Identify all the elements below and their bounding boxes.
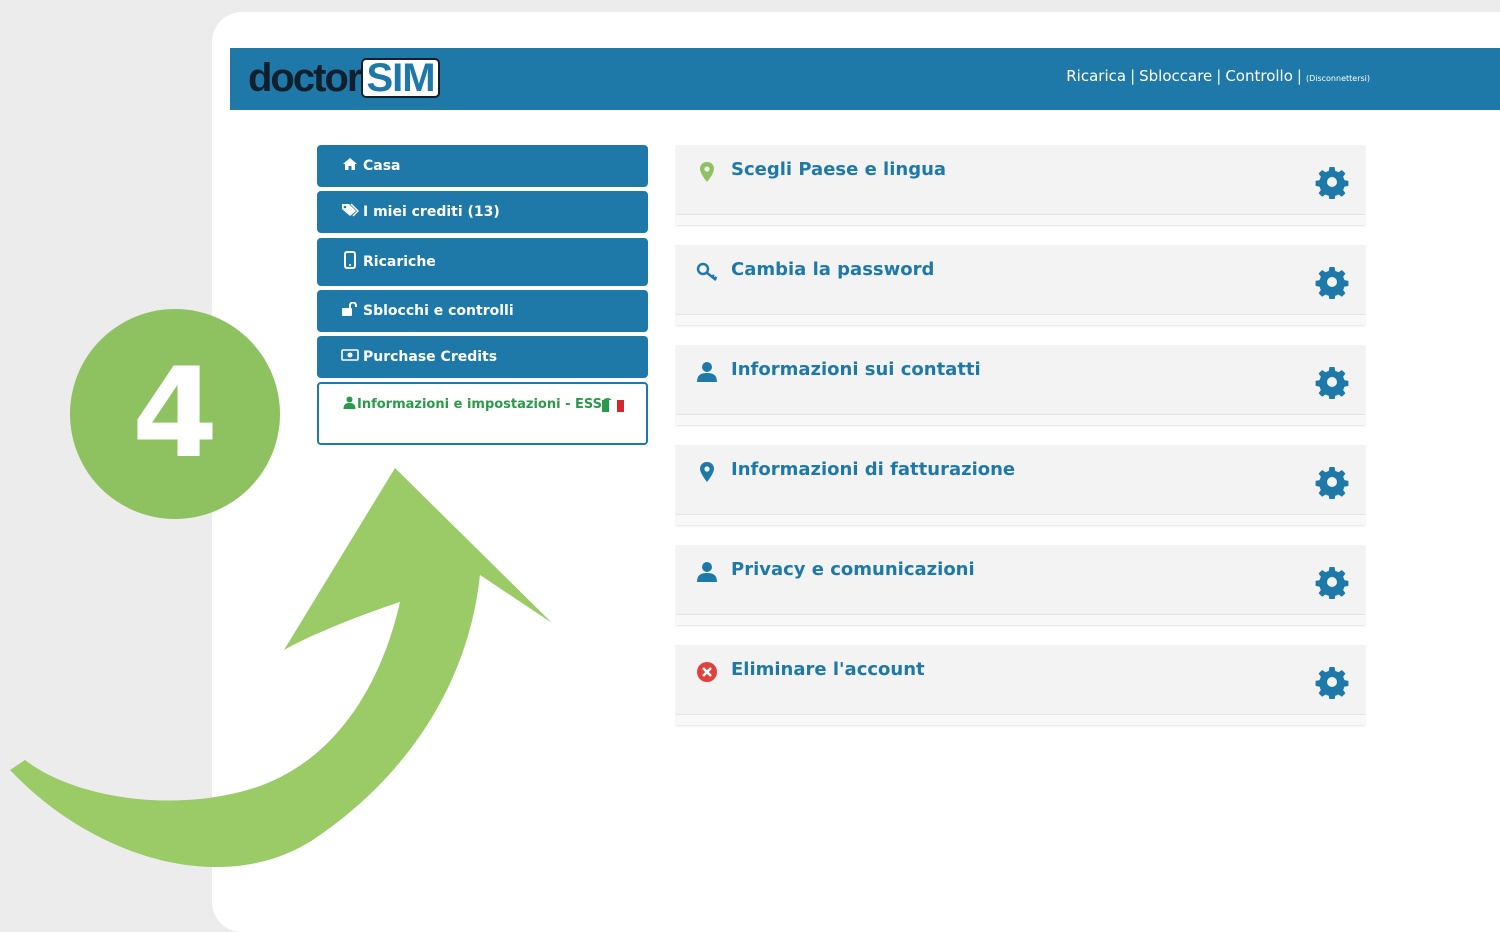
sidebar-item-unlocks[interactable]: Sblocchi e controlli [317, 290, 648, 332]
map-marker-icon [696, 161, 718, 183]
key-icon [696, 261, 718, 283]
curved-arrow-icon [10, 468, 552, 868]
nav-separator: | [1216, 67, 1222, 85]
panel-footer [676, 714, 1365, 725]
sidebar-item-label: Informazioni e impostazioni - ESSO [357, 397, 614, 412]
sidebar-item-label: Casa [363, 158, 401, 174]
sidebar-item-credits[interactable]: I miei crediti (13) [317, 191, 648, 233]
tags-icon [341, 203, 360, 221]
panel-footer [676, 414, 1365, 425]
gear-icon[interactable] [1315, 265, 1349, 300]
panel-title: Informazioni sui contatti [731, 359, 981, 380]
home-icon [341, 157, 359, 175]
nav-link-check[interactable]: Controllo [1225, 67, 1293, 85]
gear-icon[interactable] [1315, 465, 1349, 500]
gear-icon[interactable] [1315, 665, 1349, 700]
user-icon [696, 361, 718, 383]
panel-change-password[interactable]: Cambia la password [676, 245, 1365, 325]
sidebar-item-settings[interactable]: Informazioni e impostazioni - ESSO [317, 382, 648, 445]
nav-link-logout[interactable]: (Disconnettersi) [1306, 74, 1370, 83]
mobile-icon [341, 251, 359, 273]
sidebar-item-label: Sblocchi e controlli [363, 303, 514, 319]
unlock-icon [341, 301, 359, 320]
panel-title: Informazioni di fatturazione [731, 459, 1016, 480]
panel-country-language[interactable]: Scegli Paese e lingua [676, 145, 1365, 225]
sidebar-item-recharges[interactable]: Ricariche [317, 238, 648, 286]
panel-contact-info[interactable]: Informazioni sui contatti [676, 345, 1365, 425]
money-icon [341, 349, 359, 365]
sidebar-item-label: Purchase Credits [363, 349, 498, 365]
times-circle-icon [696, 661, 718, 683]
sidebar-item-label: Ricariche [363, 254, 436, 270]
map-marker-icon [696, 461, 718, 483]
panel-footer [676, 314, 1365, 325]
panel-footer [676, 214, 1365, 225]
panel-footer [676, 614, 1365, 625]
panel-footer [676, 514, 1365, 525]
top-header: doctor SIM Ricarica | Sbloccare | Control… [230, 48, 1500, 110]
gear-icon[interactable] [1315, 565, 1349, 600]
gear-icon[interactable] [1315, 165, 1349, 200]
nav-separator: | [1296, 67, 1302, 85]
panel-title: Eliminare l'account [731, 659, 925, 680]
panel-title: Scegli Paese e lingua [731, 159, 947, 180]
logo-text: doctor [248, 55, 362, 100]
gear-icon[interactable] [1315, 365, 1349, 400]
nav-link-recharge[interactable]: Ricarica [1066, 67, 1126, 85]
panel-delete-account[interactable]: Eliminare l'account [676, 645, 1365, 725]
nav-link-unlock[interactable]: Sbloccare [1139, 67, 1212, 85]
nav-separator: | [1130, 67, 1136, 85]
panel-privacy[interactable]: Privacy e comunicazioni [676, 545, 1365, 625]
user-icon [696, 561, 718, 583]
sidebar-item-home[interactable]: Casa [317, 145, 648, 187]
panel-title: Cambia la password [731, 259, 935, 280]
italy-flag-icon[interactable] [602, 400, 624, 412]
panel-billing-info[interactable]: Informazioni di fatturazione [676, 445, 1365, 525]
logo-badge: SIM [361, 58, 440, 98]
top-nav: Ricarica | Sbloccare | Controllo | (Disc… [1066, 67, 1370, 85]
doctorsim-logo[interactable]: doctor SIM [248, 54, 440, 102]
sidebar-item-label: I miei crediti (13) [363, 204, 500, 220]
panel-title: Privacy e comunicazioni [731, 559, 975, 580]
sidebar-item-purchase-credits[interactable]: Purchase Credits [317, 336, 648, 378]
user-icon [343, 396, 357, 413]
